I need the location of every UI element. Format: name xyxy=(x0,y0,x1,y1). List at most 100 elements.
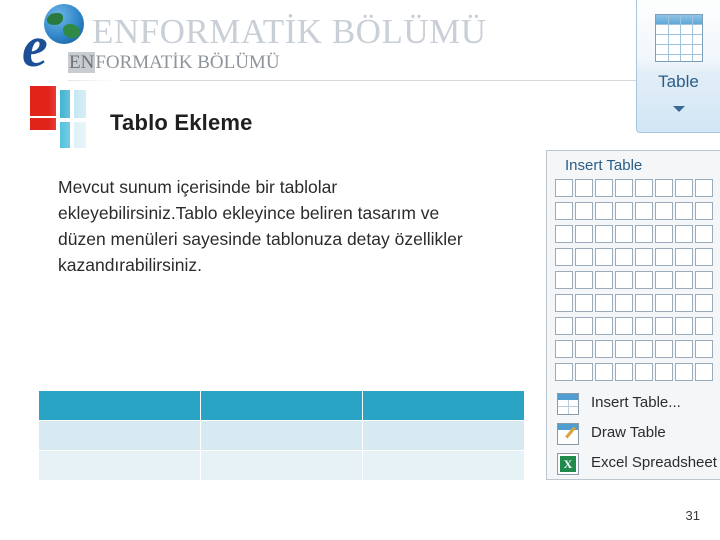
grid-cell[interactable] xyxy=(595,271,613,289)
grid-cell[interactable] xyxy=(575,225,593,243)
grid-cell[interactable] xyxy=(595,248,613,266)
table-ribbon-label: Table xyxy=(658,72,699,91)
grid-cell[interactable] xyxy=(695,202,713,220)
grid-cell[interactable] xyxy=(655,363,673,381)
grid-cell[interactable] xyxy=(695,317,713,335)
grid-cell[interactable] xyxy=(615,340,633,358)
grid-cell[interactable] xyxy=(675,225,693,243)
grid-cell[interactable] xyxy=(675,317,693,335)
grid-cell[interactable] xyxy=(555,294,573,312)
table-row xyxy=(38,420,525,451)
square-blue-3 xyxy=(74,122,86,148)
grid-cell[interactable] xyxy=(675,248,693,266)
table-ribbon-button[interactable]: Table xyxy=(636,0,720,133)
grid-cell[interactable] xyxy=(635,202,653,220)
insert-table-panel-title: Insert Table xyxy=(565,157,643,174)
table-cell xyxy=(362,420,525,451)
chevron-down-icon[interactable] xyxy=(672,106,685,112)
grid-cell[interactable] xyxy=(655,271,673,289)
grid-cell[interactable] xyxy=(655,317,673,335)
grid-cell[interactable] xyxy=(635,179,653,197)
grid-cell[interactable] xyxy=(555,248,573,266)
department-label: ENFORMATİK BÖLÜMÜ xyxy=(68,52,280,74)
grid-cell[interactable] xyxy=(595,317,613,335)
grid-cell[interactable] xyxy=(555,340,573,358)
watermark-title: ENFORMATİK BÖLÜMÜ xyxy=(92,12,487,51)
grid-cell[interactable] xyxy=(555,225,573,243)
grid-cell[interactable] xyxy=(595,179,613,197)
grid-cell[interactable] xyxy=(675,179,693,197)
grid-cell[interactable] xyxy=(615,363,633,381)
grid-cell[interactable] xyxy=(635,294,653,312)
grid-cell[interactable] xyxy=(615,248,633,266)
grid-cell[interactable] xyxy=(675,271,693,289)
grid-cell[interactable] xyxy=(615,202,633,220)
grid-cell[interactable] xyxy=(695,363,713,381)
grid-cell[interactable] xyxy=(695,294,713,312)
table-size-grid-picker[interactable] xyxy=(555,179,717,391)
grid-cell[interactable] xyxy=(675,340,693,358)
logo: e xyxy=(14,4,86,80)
grid-cell[interactable] xyxy=(655,225,673,243)
grid-cell[interactable] xyxy=(615,271,633,289)
table-cell xyxy=(200,450,363,481)
grid-cell[interactable] xyxy=(615,225,633,243)
menu-item-excel-spreadsheet[interactable]: X Excel Spreadsheet xyxy=(553,451,719,477)
grid-cell[interactable] xyxy=(675,363,693,381)
table-cell xyxy=(362,390,525,421)
grid-cell[interactable] xyxy=(595,363,613,381)
grid-cell[interactable] xyxy=(655,294,673,312)
table-cell xyxy=(200,390,363,421)
grid-cell[interactable] xyxy=(675,294,693,312)
grid-cell[interactable] xyxy=(695,340,713,358)
grid-cell[interactable] xyxy=(595,225,613,243)
grid-cell[interactable] xyxy=(575,179,593,197)
globe-icon xyxy=(44,4,84,44)
grid-cell[interactable] xyxy=(575,317,593,335)
table-row xyxy=(38,390,525,421)
grid-cell[interactable] xyxy=(635,363,653,381)
grid-cell[interactable] xyxy=(615,317,633,335)
grid-cell[interactable] xyxy=(615,179,633,197)
grid-cell[interactable] xyxy=(695,225,713,243)
grid-cell[interactable] xyxy=(575,294,593,312)
table-cell xyxy=(38,450,201,481)
menu-item-draw-table[interactable]: Draw Table xyxy=(553,421,719,447)
grid-cell[interactable] xyxy=(575,202,593,220)
insert-table-panel[interactable]: Insert Table Insert Table... Draw Table … xyxy=(546,150,720,480)
grid-cell[interactable] xyxy=(555,179,573,197)
grid-cell[interactable] xyxy=(595,202,613,220)
grid-cell[interactable] xyxy=(595,294,613,312)
grid-cell[interactable] xyxy=(655,340,673,358)
draw-table-icon xyxy=(557,423,579,445)
grid-cell[interactable] xyxy=(555,202,573,220)
table-cell xyxy=(362,450,525,481)
grid-cell[interactable] xyxy=(635,271,653,289)
grid-cell[interactable] xyxy=(575,340,593,358)
menu-item-label: Insert Table... xyxy=(591,394,681,411)
grid-cell[interactable] xyxy=(555,363,573,381)
grid-cell[interactable] xyxy=(595,340,613,358)
menu-item-insert-table[interactable]: Insert Table... xyxy=(553,391,719,417)
grid-cell[interactable] xyxy=(655,248,673,266)
slide-number: 31 xyxy=(685,508,700,523)
grid-cell[interactable] xyxy=(695,179,713,197)
table-cell xyxy=(200,420,363,451)
grid-cell[interactable] xyxy=(555,271,573,289)
grid-cell[interactable] xyxy=(635,317,653,335)
grid-cell[interactable] xyxy=(615,294,633,312)
grid-cell[interactable] xyxy=(635,225,653,243)
grid-cell[interactable] xyxy=(555,317,573,335)
grid-cell[interactable] xyxy=(575,363,593,381)
grid-cell[interactable] xyxy=(635,340,653,358)
grid-cell[interactable] xyxy=(695,271,713,289)
grid-cell[interactable] xyxy=(655,202,673,220)
grid-cell[interactable] xyxy=(655,179,673,197)
header-divider xyxy=(68,80,668,81)
department-rest: FORMATİK BÖLÜMÜ xyxy=(95,52,280,73)
grid-cell[interactable] xyxy=(635,248,653,266)
grid-cell[interactable] xyxy=(575,248,593,266)
grid-cell[interactable] xyxy=(575,271,593,289)
grid-cell[interactable] xyxy=(695,248,713,266)
grid-cell[interactable] xyxy=(675,202,693,220)
